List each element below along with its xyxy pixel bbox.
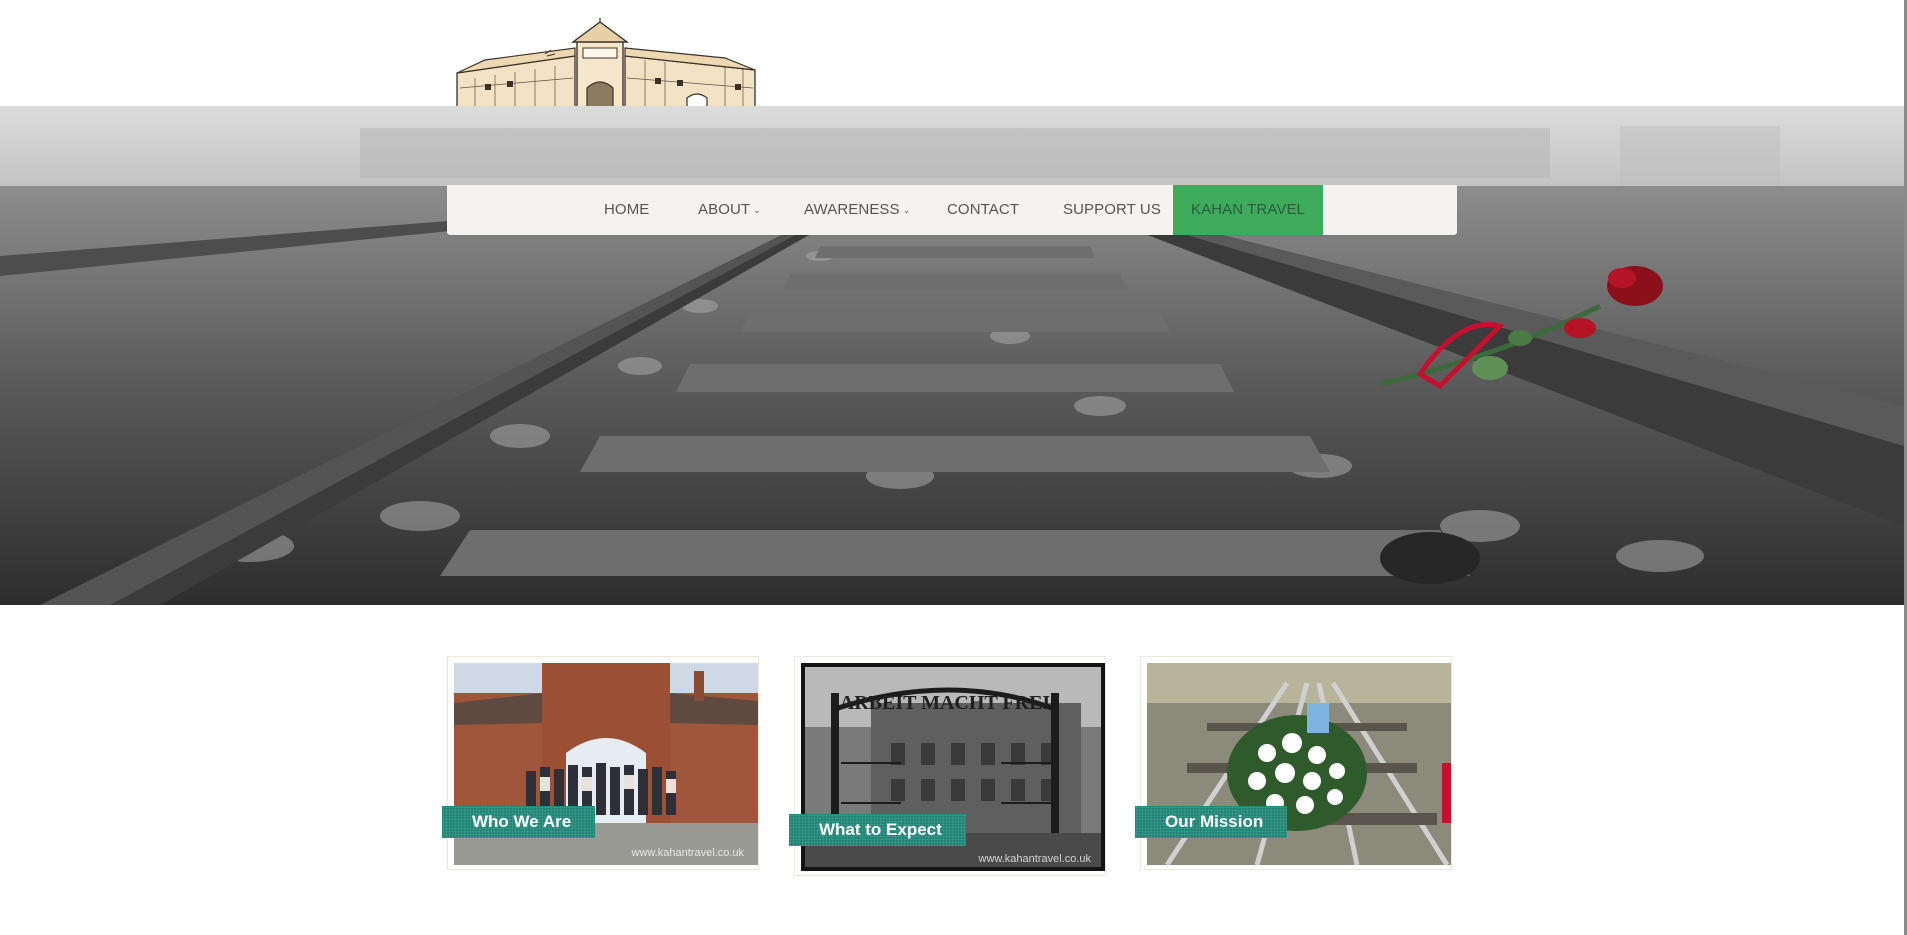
- nav-kahan-travel-label: KAHAN TRAVEL: [1190, 201, 1305, 218]
- nav-home-label: HOME: [604, 201, 650, 218]
- photo-watermark: www.kahantravel.co.uk: [978, 853, 1092, 865]
- card-our-mission[interactable]: Our Mission: [1135, 656, 1452, 870]
- chevron-down-icon: ⌄: [902, 205, 911, 215]
- nav-support-us[interactable]: SUPPORT US: [1063, 185, 1161, 235]
- main-navigation: HOME ABOUT ⌄ AWARENESS ⌄ CONTACT SUPPORT U…: [447, 185, 1457, 235]
- card-label-what-to-expect[interactable]: What to Expect: [789, 814, 966, 846]
- chevron-down-icon: ⌄: [753, 205, 761, 215]
- nav-awareness-label: AWARENESS: [804, 201, 900, 218]
- card-who-we-are[interactable]: www.kahantravel.co.uk Who We Are: [442, 656, 759, 870]
- gate-sign-text: ARBEIT MACHT FREI: [840, 692, 1051, 714]
- nav-support-us-label: SUPPORT US: [1063, 201, 1161, 218]
- nav-about[interactable]: ABOUT ⌄: [698, 185, 761, 235]
- card-what-to-expect[interactable]: ARBEIT MACHT FREI www.kahantravel.co.uk …: [789, 656, 1106, 876]
- railway-tracks-with-red-rose: [0, 106, 1904, 605]
- nav-home[interactable]: HOME: [604, 185, 649, 235]
- photo-watermark: www.kahantravel.co.uk: [631, 847, 745, 859]
- card-label-who-we-are[interactable]: Who We Are: [442, 806, 596, 838]
- nav-awareness[interactable]: AWARENESS ⌄: [804, 185, 910, 235]
- nav-about-label: ABOUT: [698, 201, 751, 218]
- card-label-our-mission[interactable]: Our Mission: [1135, 806, 1288, 838]
- hero-banner: [0, 106, 1904, 605]
- nav-contact-label: CONTACT: [947, 201, 1020, 218]
- nav-kahan-travel[interactable]: KAHAN TRAVEL: [1173, 185, 1323, 235]
- nav-contact[interactable]: CONTACT: [947, 185, 1019, 235]
